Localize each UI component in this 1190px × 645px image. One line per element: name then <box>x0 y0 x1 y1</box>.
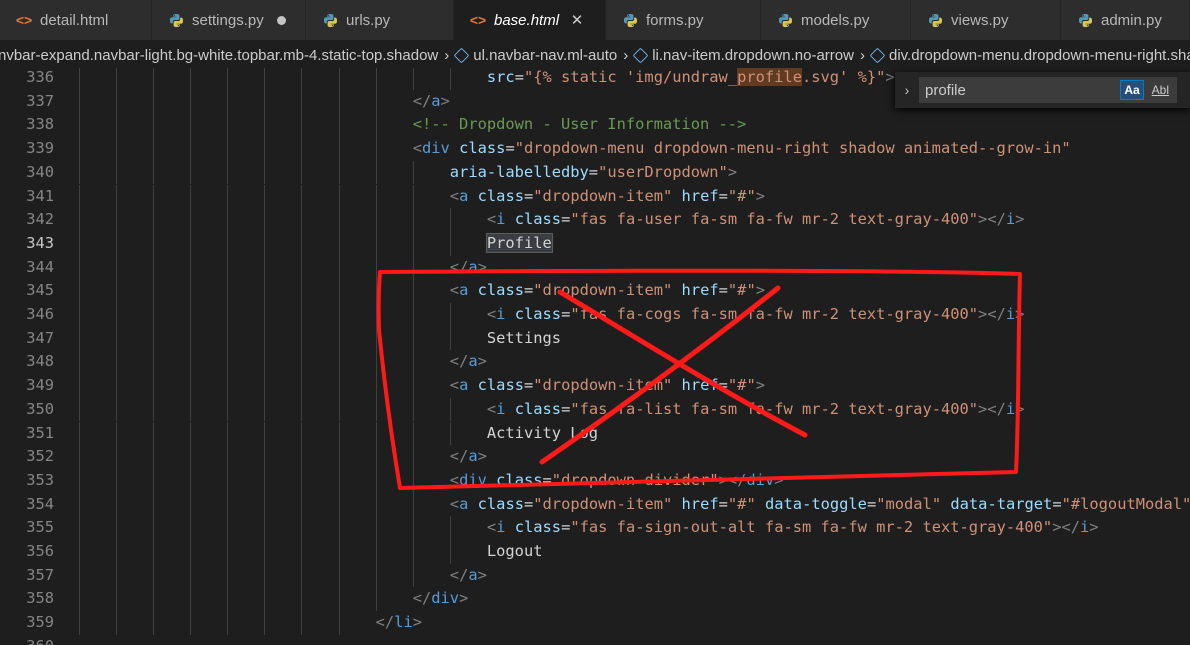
red-annotation-overlay <box>376 268 1022 490</box>
red-box-annotation <box>376 268 1022 490</box>
red-cross-stroke-2 <box>539 285 781 465</box>
